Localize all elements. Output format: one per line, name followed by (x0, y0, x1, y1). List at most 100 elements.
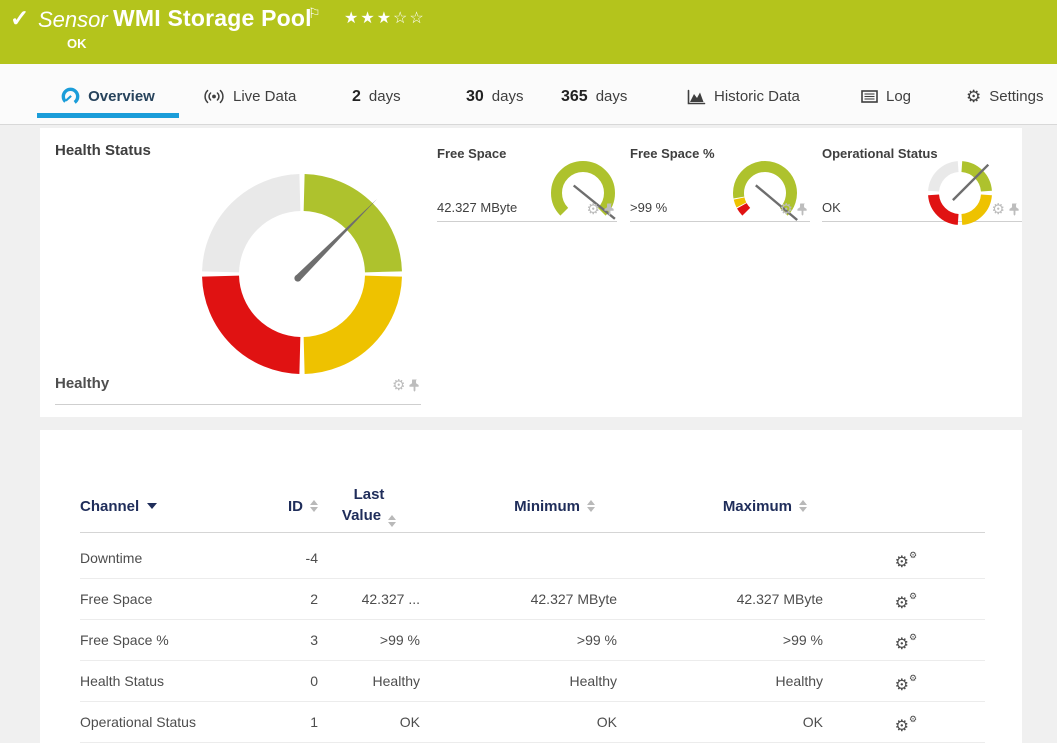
active-tab-underline (37, 113, 179, 118)
col-header-minimum[interactable]: Minimum (420, 498, 617, 515)
channel-minimum: Healthy (569, 673, 617, 689)
pin-icon[interactable] (1009, 203, 1020, 216)
tab-30-days-number: 30 (466, 87, 484, 105)
channel-id: 1 (310, 714, 318, 730)
channel-maximum: Healthy (775, 673, 823, 689)
col-header-last-value[interactable]: Last Value (318, 485, 420, 527)
tab-settings-label: Settings (989, 88, 1044, 105)
tab-365-days-number: 365 (561, 87, 588, 105)
channels-table-header: Channel ID Last Value Minimum Maximum (80, 480, 985, 533)
channel-id: -4 (305, 550, 318, 566)
tab-2-days-number: 2 (352, 87, 361, 105)
tab-overview-label: Overview (88, 88, 155, 105)
sort-desc-icon (147, 503, 158, 509)
free-space-pct-title: Free Space % (630, 146, 715, 161)
log-list-icon (861, 90, 878, 103)
gauge-gear-icon[interactable]: ⚙ (992, 202, 1005, 217)
table-row: Operational Status 1 OK OK OK ⚙ ⚙ (80, 702, 985, 743)
priority-stars[interactable]: ★★★☆☆ (344, 8, 426, 28)
tab-log-label: Log (886, 88, 912, 105)
tab-log[interactable]: Log (861, 64, 911, 124)
gauge-controls: ⚙ (587, 202, 615, 217)
tab-30-days[interactable]: 30 days (466, 64, 523, 124)
health-status-gauge (202, 174, 402, 374)
pin-icon[interactable] (797, 203, 808, 216)
channel-last-value: 42.327 ... (361, 591, 420, 607)
free-space-value: 42.327 MByte (437, 200, 518, 215)
tab-live-data-label: Live Data (233, 88, 297, 105)
tab-2-days[interactable]: 2 days (352, 64, 401, 124)
tab-365-days-unit: days (595, 88, 628, 105)
settings-gear-icon: ⚙ (966, 86, 982, 106)
broadcast-icon (204, 89, 224, 104)
channel-minimum: 42.327 MByte (530, 591, 617, 607)
channel-minimum: >99 % (576, 632, 617, 648)
mini-gauge-free-space: Free Space 42.327 MByte ⚙ (437, 140, 617, 222)
channels-table-body: Downtime -4 ⚙ ⚙ Free Space 2 42.327 ... 4… (80, 538, 985, 743)
sort-toggle-icon (587, 500, 595, 512)
tab-2-days-unit: days (368, 88, 401, 105)
tab-live-data[interactable]: Live Data (203, 64, 296, 124)
col-header-maximum-label: Maximum (722, 497, 792, 515)
health-status-gauge-title: Health Status (55, 142, 151, 159)
col-header-minimum-label: Minimum (514, 497, 580, 515)
tab-settings[interactable]: ⚙ Settings (966, 64, 1043, 124)
gauge-controls: ⚙ (780, 202, 808, 217)
tab-historic-data-label: Historic Data (714, 88, 800, 105)
mini-gauge-operational-status: Operational Status OK ⚙ (822, 140, 1022, 225)
col-header-id-label: ID (288, 497, 303, 515)
table-row: Health Status 0 Healthy Healthy Healthy … (80, 661, 985, 702)
channel-name: Health Status (80, 673, 165, 689)
gauge-gear-icon[interactable]: ⚙ (392, 378, 405, 393)
tab-365-days[interactable]: 365 days (561, 64, 627, 124)
col-header-channel-label: Channel (80, 497, 140, 515)
pin-icon[interactable] (409, 379, 420, 392)
operational-status-title: Operational Status (822, 146, 938, 161)
channel-name: Free Space (80, 591, 153, 607)
tab-overview[interactable]: Overview (37, 64, 179, 124)
gauge-controls: ⚙ (992, 202, 1020, 217)
gauge-icon (61, 87, 80, 106)
free-space-pct-value: >99 % (630, 200, 668, 215)
sensor-title: WMI Storage Pool (113, 5, 312, 31)
gauge-gear-icon[interactable]: ⚙ (780, 202, 793, 217)
channel-name: Free Space % (80, 632, 169, 648)
channel-last-value: OK (399, 714, 420, 730)
mini-gauge-free-space-pct: Free Space % >99 % ⚙ (630, 140, 810, 222)
channels-table-panel: Channel ID Last Value Minimum Maximum Do… (40, 430, 1022, 743)
priority-flag-icon[interactable]: ⚐ (308, 5, 321, 22)
tab-historic-data[interactable]: Historic Data (687, 64, 800, 124)
free-space-gauge (551, 161, 616, 220)
col-header-id[interactable]: ID (260, 498, 318, 515)
operational-status-gauge (928, 161, 992, 225)
table-row: Free Space % 3 >99 % >99 % >99 % ⚙ ⚙ (80, 620, 985, 661)
sensor-type-label: Sensor (38, 7, 108, 32)
channel-maximum: 42.327 MByte (736, 591, 823, 607)
sort-toggle-icon (388, 514, 397, 527)
channel-name: Operational Status (80, 714, 196, 730)
channel-maximum: OK (802, 714, 823, 730)
gauge-gear-icon[interactable]: ⚙ (587, 202, 600, 217)
channel-last-value: >99 % (379, 632, 420, 648)
sensor-header: ✓ Sensor WMI Storage Pool ⚐ ★★★☆☆ OK (0, 0, 1057, 64)
pin-icon[interactable] (604, 203, 615, 216)
channel-id: 3 (310, 632, 318, 648)
table-row: Free Space 2 42.327 ... 42.327 MByte 42.… (80, 579, 985, 620)
col-header-maximum[interactable]: Maximum (617, 498, 823, 515)
col-header-channel[interactable]: Channel (80, 498, 260, 515)
sort-toggle-icon (799, 500, 807, 512)
free-space-pct-gauge (733, 161, 798, 221)
divider (55, 404, 421, 405)
table-row: Downtime -4 ⚙ ⚙ (80, 538, 985, 579)
operational-status-value: OK (822, 200, 841, 215)
sensor-status-text: OK (67, 36, 87, 51)
channel-minimum: OK (596, 714, 617, 730)
area-chart-icon (687, 89, 706, 104)
sensor-ok-check-icon: ✓ (10, 5, 30, 31)
sensor-tab-bar: Overview Live Data 2 days 30 days 365 da… (0, 64, 1057, 125)
channel-name: Downtime (80, 550, 143, 566)
gauge-controls: ⚙ (392, 378, 420, 393)
health-status-gauge-value: Healthy (55, 375, 110, 392)
free-space-title: Free Space (437, 146, 507, 161)
channel-id: 0 (310, 673, 318, 689)
